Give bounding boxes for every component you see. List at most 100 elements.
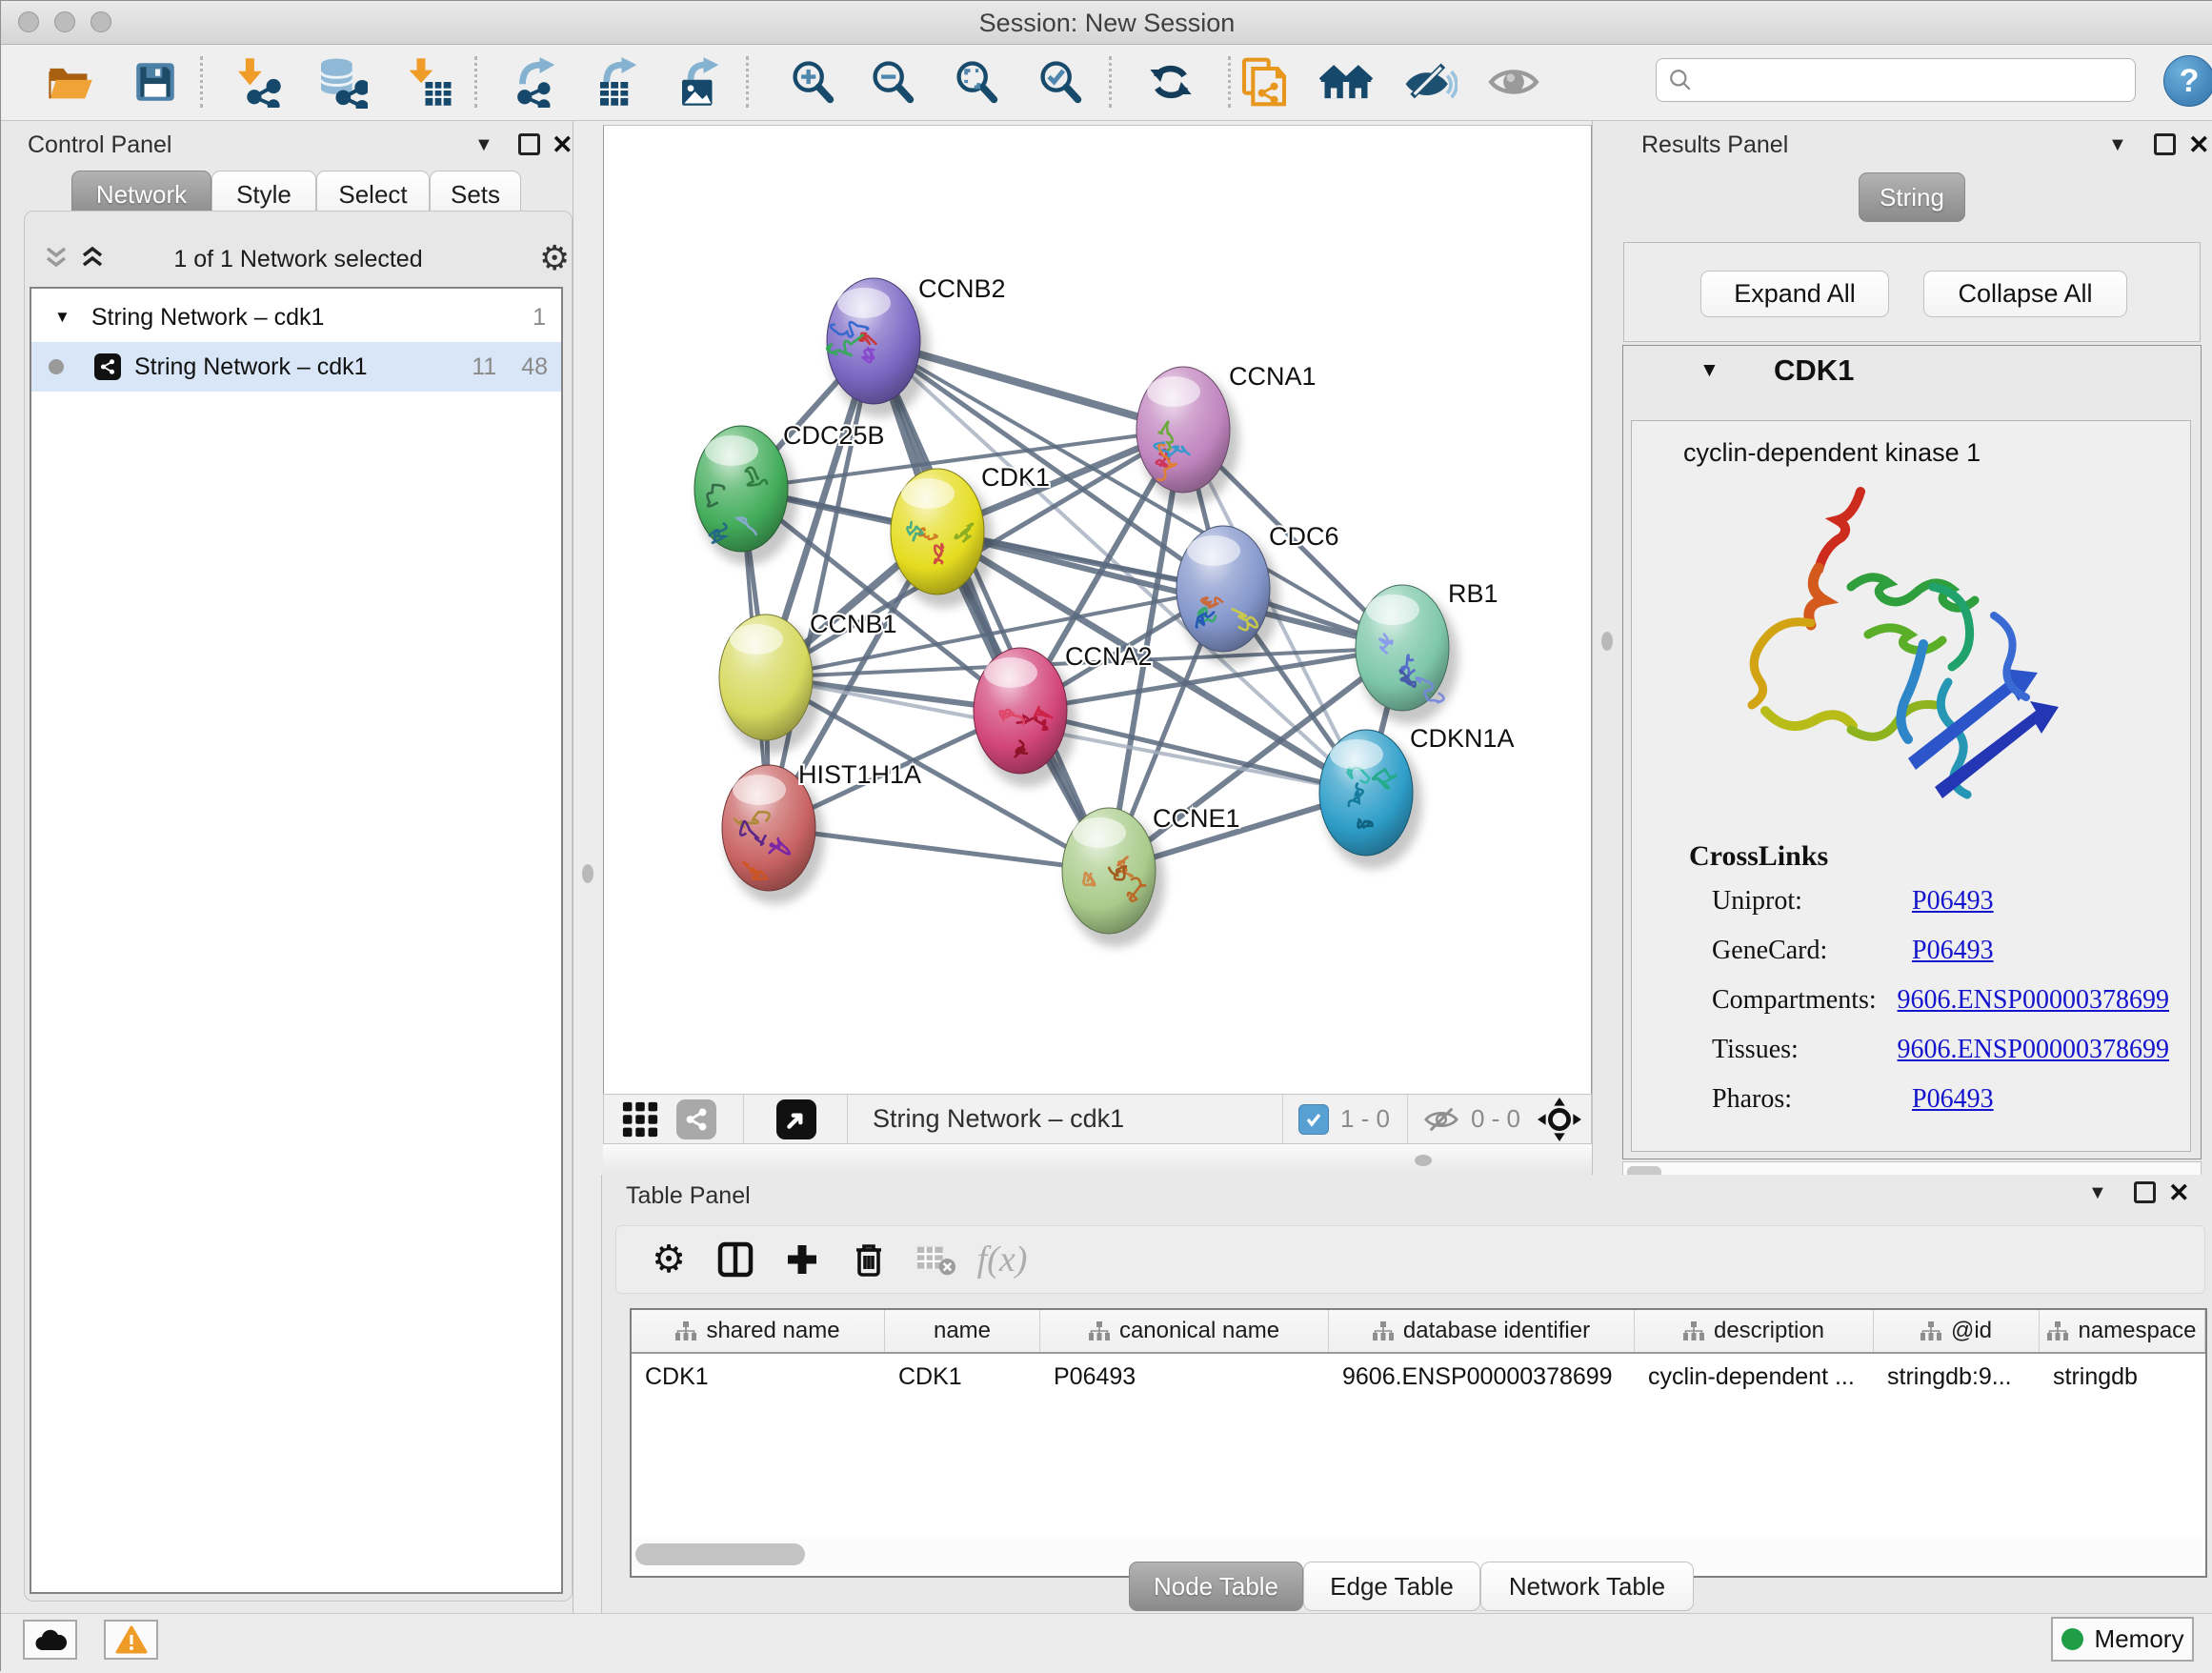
splitter-handle[interactable] — [1601, 632, 1613, 651]
first-neighbors-houses-icon[interactable] — [1317, 53, 1375, 111]
selected-checkbox-icon[interactable] — [1298, 1104, 1329, 1135]
network-node-CDC25B[interactable]: CDC25B — [694, 421, 885, 565]
control-panel-close-icon[interactable]: ✕ — [552, 132, 573, 158]
vertical-splitter[interactable] — [1592, 121, 1622, 1175]
birdseye-view-icon[interactable] — [776, 1099, 816, 1139]
results-panel-float-icon[interactable] — [2154, 133, 2176, 155]
tab-node-table[interactable]: Node Table — [1129, 1562, 1303, 1611]
search-input[interactable] — [1693, 66, 2106, 94]
add-column-icon[interactable] — [769, 1231, 835, 1288]
left-splitter-handle[interactable] — [582, 864, 593, 883]
navigate-crosshair-icon[interactable] — [1538, 1098, 1581, 1141]
open-session-icon[interactable] — [41, 53, 98, 111]
database-icon — [314, 55, 368, 109]
table-cell: CDK1 — [885, 1363, 1040, 1391]
control-panel-float-icon[interactable] — [518, 133, 540, 155]
column-tree-icon — [1683, 1321, 1704, 1340]
hide-selected-eye-icon[interactable] — [1402, 53, 1459, 111]
network-node-CDKN1A[interactable]: CDKN1A — [1319, 724, 1515, 869]
network-tree: ▼ String Network – cdk1 1 String Network… — [30, 287, 563, 1594]
node-label-RB1: RB1 — [1448, 579, 1498, 608]
column-header-name[interactable]: name — [885, 1310, 1040, 1352]
toolbar-separator — [474, 56, 477, 108]
help-button[interactable]: ? — [2163, 55, 2212, 107]
export-network-icon[interactable] — [507, 53, 564, 111]
network-node-CDC6[interactable]: CDC6 — [1176, 522, 1339, 665]
table-panel-menu-arrow-icon[interactable]: ▼ — [2088, 1182, 2107, 1204]
network-node-RB1[interactable]: RB1 — [1356, 579, 1498, 724]
network-node-CCNA1[interactable]: CCNA1 — [1136, 362, 1317, 506]
collapse-all-button[interactable]: Collapse All — [1923, 271, 2127, 317]
split-columns-icon[interactable] — [702, 1231, 769, 1288]
gear-icon[interactable]: ⚙ — [539, 238, 570, 278]
table-panel-title: Table Panel — [626, 1182, 751, 1210]
column-header-namespace[interactable]: namespace — [2040, 1310, 2205, 1352]
import-network-database-icon[interactable] — [312, 53, 370, 111]
network-node-HIST1H1A[interactable]: HIST1H1A — [722, 760, 921, 904]
network-canvas[interactable]: CCNB2CCNA1CDC25BCDK1CDC6RB1CCNB1CCNA2CDK… — [603, 125, 1592, 1095]
network-row-selected[interactable]: String Network – cdk1 11 48 — [31, 342, 561, 392]
table-panel-float-icon[interactable] — [2134, 1181, 2156, 1203]
delete-table-icon[interactable] — [902, 1231, 969, 1288]
warnings-button[interactable] — [104, 1620, 158, 1660]
delete-column-trash-icon[interactable] — [835, 1231, 902, 1288]
save-session-icon[interactable] — [127, 53, 184, 111]
grid-view-icon[interactable] — [621, 1100, 659, 1139]
copy-network-document-icon[interactable] — [1236, 53, 1293, 111]
memory-dot-icon — [2061, 1628, 2083, 1650]
import-network-file-icon[interactable] — [227, 53, 284, 111]
network-edge-CCNB2-CCNE1[interactable] — [874, 341, 1109, 871]
toolbar-search[interactable] — [1656, 58, 2136, 102]
column-header-database-identifier[interactable]: database identifier — [1329, 1310, 1635, 1352]
protein-structure-image — [1708, 473, 2070, 835]
refresh-icon[interactable] — [1142, 53, 1199, 111]
import-table-icon[interactable] — [401, 53, 458, 111]
column-header-shared-name[interactable]: shared name — [632, 1310, 885, 1352]
toolbar-separator — [1109, 56, 1112, 108]
bar-separator — [847, 1095, 848, 1143]
expand-all-button[interactable]: Expand All — [1700, 271, 1889, 317]
cloud-button[interactable] — [23, 1620, 77, 1660]
memory-button[interactable]: Memory — [2051, 1617, 2194, 1662]
column-header--id[interactable]: @id — [1874, 1310, 2040, 1352]
splitter-handle[interactable] — [1415, 1155, 1432, 1166]
function-builder-icon[interactable]: f(x) — [969, 1231, 1036, 1288]
zoom-fit-icon[interactable] — [948, 53, 1005, 111]
table-panel-close-icon[interactable]: ✕ — [2168, 1180, 2190, 1206]
column-header-description[interactable]: description — [1635, 1310, 1874, 1352]
hidden-eye-icon[interactable] — [1421, 1102, 1461, 1137]
protein-expand-icon[interactable]: ▼ — [1699, 359, 1719, 382]
table-settings-gear-icon[interactable]: ⚙ — [635, 1231, 702, 1288]
network-node-CCNB1[interactable]: CCNB1 — [719, 610, 897, 754]
zoom-out-icon[interactable] — [864, 53, 921, 111]
export-image-icon[interactable] — [671, 53, 728, 111]
table-row[interactable]: CDK1CDK1P064939606.ENSP00000378699cyclin… — [632, 1354, 2205, 1400]
network-node-CCNB2[interactable]: CCNB2 — [827, 274, 1006, 417]
tab-edge-table[interactable]: Edge Table — [1303, 1562, 1480, 1611]
zoom-in-icon[interactable] — [784, 53, 841, 111]
crosslink-link[interactable]: P06493 — [1912, 936, 1994, 966]
tab-string[interactable]: String — [1859, 172, 1965, 222]
memory-label: Memory — [2095, 1624, 2184, 1654]
network-node-CCNE1[interactable]: CCNE1 — [1062, 804, 1240, 947]
column-header-canonical-name[interactable]: canonical name — [1040, 1310, 1329, 1352]
network-collection-row[interactable]: ▼ String Network – cdk1 1 — [31, 292, 561, 342]
crosslink-link[interactable]: 9606.ENSP00000378699 — [1898, 1035, 2169, 1065]
results-panel-close-icon[interactable]: ✕ — [2188, 132, 2210, 158]
show-all-eye-icon[interactable] — [1485, 53, 1542, 111]
crosslink-link[interactable]: 9606.ENSP00000378699 — [1898, 985, 2169, 1016]
toolbar-separator — [746, 56, 749, 108]
tree-expand-icon[interactable]: ▼ — [54, 308, 70, 327]
crosslink-link[interactable]: P06493 — [1912, 1084, 1994, 1115]
bar-separator — [1407, 1095, 1408, 1143]
tab-network-table[interactable]: Network Table — [1480, 1562, 1694, 1611]
export-table-icon[interactable] — [589, 53, 646, 111]
table-hscroll-thumb[interactable] — [635, 1543, 805, 1565]
zoom-selected-icon[interactable] — [1032, 53, 1089, 111]
crosslink-link[interactable]: P06493 — [1912, 886, 1994, 917]
results-panel-menu-arrow-icon[interactable]: ▼ — [2108, 134, 2127, 156]
control-panel-menu-arrow-icon[interactable]: ▼ — [474, 134, 493, 156]
horizontal-splitter[interactable] — [603, 1144, 1592, 1175]
window-title: Session: New Session — [1, 9, 2212, 38]
share-network-icon[interactable] — [676, 1099, 716, 1139]
